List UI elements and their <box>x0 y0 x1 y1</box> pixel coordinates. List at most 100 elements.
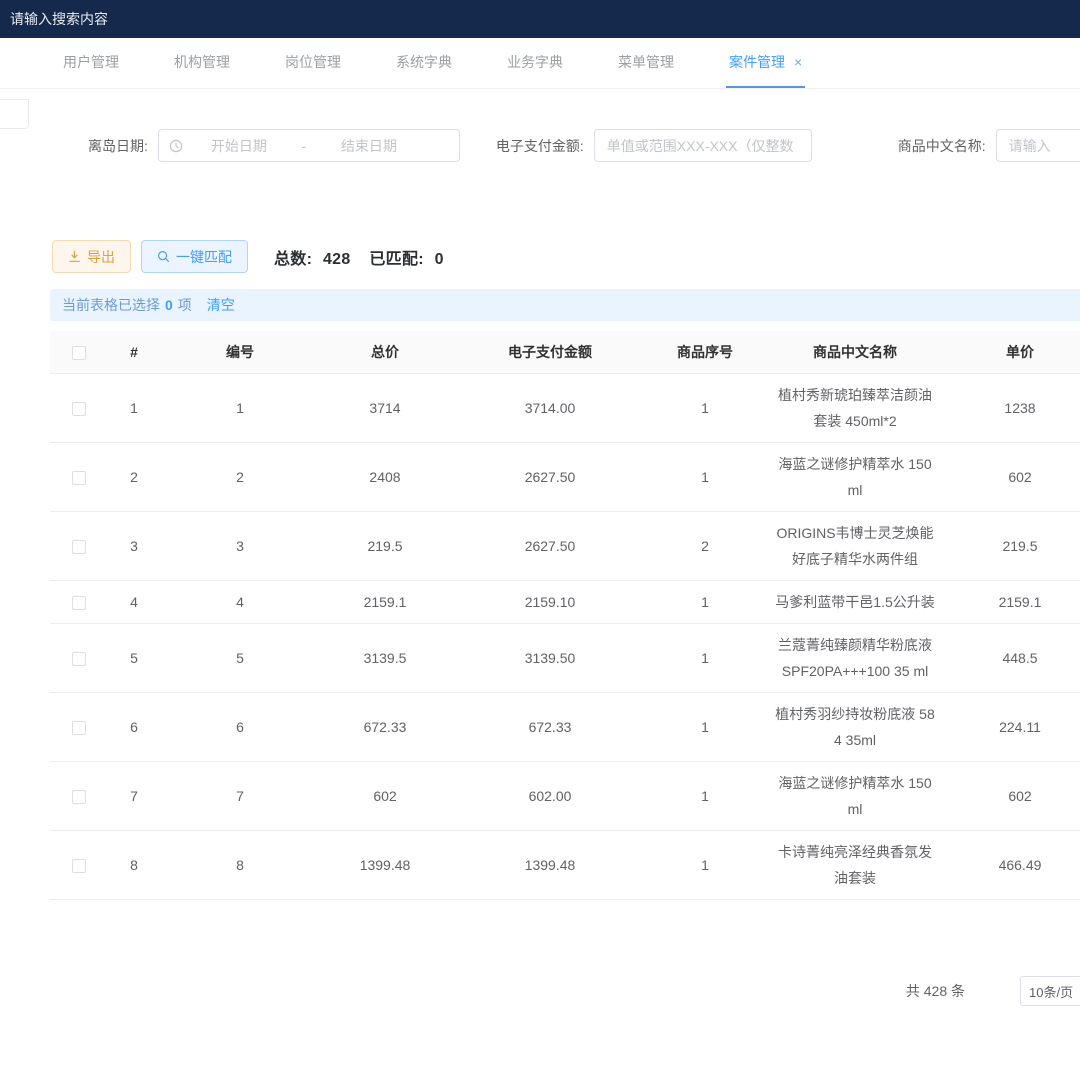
cell-product-seq: 1 <box>650 830 760 899</box>
cell-unit-price: 224.11 <box>950 692 1080 761</box>
matched-value: 0 <box>435 251 444 268</box>
one-click-match-button[interactable]: 一键匹配 <box>141 240 248 273</box>
export-button[interactable]: 导出 <box>52 240 131 273</box>
tab[interactable]: 系统字典 <box>393 38 455 88</box>
tab[interactable]: 用户管理 <box>60 38 122 88</box>
column-header: 商品中文名称 <box>760 331 950 373</box>
name-placeholder: 请输入 <box>1009 136 1051 156</box>
cell-total-price: 219.5 <box>320 511 450 580</box>
cell-total-price: 2159.1 <box>320 580 450 623</box>
table-row: 8 8 1399.48 1399.48 1 卡诗菁纯亮泽经典香氛发油套装 466… <box>50 830 1080 899</box>
row-checkbox[interactable] <box>72 471 86 485</box>
row-checkbox[interactable] <box>72 540 86 554</box>
select-all-checkbox[interactable] <box>72 346 86 360</box>
cell-unit-price: 448.5 <box>950 623 1080 692</box>
cell-product-seq: 2 <box>650 511 760 580</box>
cell-product-seq: 1 <box>650 373 760 442</box>
row-checkbox[interactable] <box>72 596 86 610</box>
cell-checkbox <box>50 692 108 761</box>
cell-product-seq: 1 <box>650 761 760 830</box>
row-checkbox[interactable] <box>72 790 86 804</box>
date-end-placeholder[interactable]: 结束日期 <box>313 136 425 156</box>
cell-code: 5 <box>160 623 320 692</box>
match-button-label: 一键匹配 <box>176 247 232 267</box>
cell-index: 3 <box>108 511 160 580</box>
selection-bar: 当前表格已选择 0 项 清空 <box>50 289 1080 321</box>
search-icon <box>157 250 170 263</box>
cell-total-price: 1399.48 <box>320 830 450 899</box>
cell-unit-price: 602 <box>950 442 1080 511</box>
selection-prefix: 当前表格已选择 <box>62 295 160 315</box>
tab-label: 岗位管理 <box>285 52 341 72</box>
table-row: 7 7 602 602.00 1 海蓝之谜修护精萃水 150ml 602 <box>50 761 1080 830</box>
column-header: # <box>108 331 160 373</box>
cell-code: 2 <box>160 442 320 511</box>
cell-total-price: 2408 <box>320 442 450 511</box>
total-label: 总数: <box>274 251 312 268</box>
cell-checkbox <box>50 830 108 899</box>
tab[interactable]: 案件管理 × <box>726 38 805 88</box>
date-separator: - <box>295 138 313 154</box>
filter-date-group: 离岛日期: 开始日期 - 结束日期 <box>88 129 460 162</box>
cell-product-seq: 1 <box>650 692 760 761</box>
row-checkbox[interactable] <box>72 721 86 735</box>
page-size-select[interactable]: 10条/页 ▼ <box>1020 976 1080 1006</box>
cell-index: 7 <box>108 761 160 830</box>
toolbar: 导出 一键匹配 总数: 428 已匹配: 0 <box>0 240 1080 273</box>
product-name-input[interactable]: 请输入 <box>996 129 1080 162</box>
cell-index: 4 <box>108 580 160 623</box>
cell-epay-amount: 602.00 <box>450 761 650 830</box>
tab-label: 用户管理 <box>63 52 119 72</box>
cell-code: 3 <box>160 511 320 580</box>
tab-close-icon[interactable]: × <box>794 55 802 69</box>
cell-product-name: ORIGINS韦博士灵芝焕能好底子精华水两件组 <box>760 511 950 580</box>
global-search-input[interactable]: 请输入搜索内容 <box>10 11 108 27</box>
filter-bar: 离岛日期: 开始日期 - 结束日期 电子支付金额: 单值或范围XXX-XXX（仅… <box>0 89 1080 162</box>
row-checkbox[interactable] <box>72 859 86 873</box>
tab[interactable]: 业务字典 <box>504 38 566 88</box>
tab[interactable]: 菜单管理 <box>615 38 677 88</box>
pagination: 共 428 条 10条/页 ▼ <box>0 976 1080 1006</box>
date-start-placeholder[interactable]: 开始日期 <box>183 136 295 156</box>
cell-product-name: 卡诗菁纯亮泽经典香氛发油套装 <box>760 830 950 899</box>
cell-unit-price: 466.49 <box>950 830 1080 899</box>
column-header: 电子支付金额 <box>450 331 650 373</box>
cell-product-name: 植村秀新琥珀臻萃洁颜油套装 450ml*2 <box>760 373 950 442</box>
cell-code: 1 <box>160 373 320 442</box>
cell-index: 1 <box>108 373 160 442</box>
cell-product-seq: 1 <box>650 442 760 511</box>
collapsed-panel-stub <box>0 99 29 129</box>
amount-input[interactable]: 单值或范围XXX-XXX（仅整数 <box>594 129 812 162</box>
tab[interactable]: 机构管理 <box>171 38 233 88</box>
cell-index: 6 <box>108 692 160 761</box>
cell-checkbox <box>50 580 108 623</box>
row-checkbox[interactable] <box>72 652 86 666</box>
selection-count: 0 <box>165 297 173 313</box>
page-size-value: 10条/页 <box>1029 982 1073 1001</box>
cell-checkbox <box>50 373 108 442</box>
match-stats: 总数: 428 已匹配: 0 <box>274 245 458 269</box>
tab-label: 案件管理 <box>729 52 785 72</box>
row-checkbox[interactable] <box>72 402 86 416</box>
cell-product-name: 马爹利蓝带干邑1.5公升装 <box>760 580 950 623</box>
cell-epay-amount: 3714.00 <box>450 373 650 442</box>
cell-code: 8 <box>160 830 320 899</box>
clear-selection-link[interactable]: 清空 <box>207 295 235 315</box>
column-header: 总价 <box>320 331 450 373</box>
cell-epay-amount: 3139.50 <box>450 623 650 692</box>
cell-code: 4 <box>160 580 320 623</box>
cell-index: 5 <box>108 623 160 692</box>
cell-unit-price: 2159.1 <box>950 580 1080 623</box>
cell-product-seq: 1 <box>650 623 760 692</box>
cell-product-name: 海蓝之谜修护精萃水 150ml <box>760 442 950 511</box>
cell-unit-price: 219.5 <box>950 511 1080 580</box>
cell-epay-amount: 1399.48 <box>450 830 650 899</box>
table-row: 2 2 2408 2627.50 1 海蓝之谜修护精萃水 150ml 602 <box>50 442 1080 511</box>
name-filter-label: 商品中文名称: <box>898 136 986 156</box>
tab[interactable]: 岗位管理 <box>282 38 344 88</box>
amount-filter-label: 电子支付金额: <box>496 136 584 156</box>
cell-checkbox <box>50 511 108 580</box>
cell-epay-amount: 2159.10 <box>450 580 650 623</box>
date-range-input[interactable]: 开始日期 - 结束日期 <box>158 129 460 162</box>
total-value: 428 <box>323 251 351 268</box>
